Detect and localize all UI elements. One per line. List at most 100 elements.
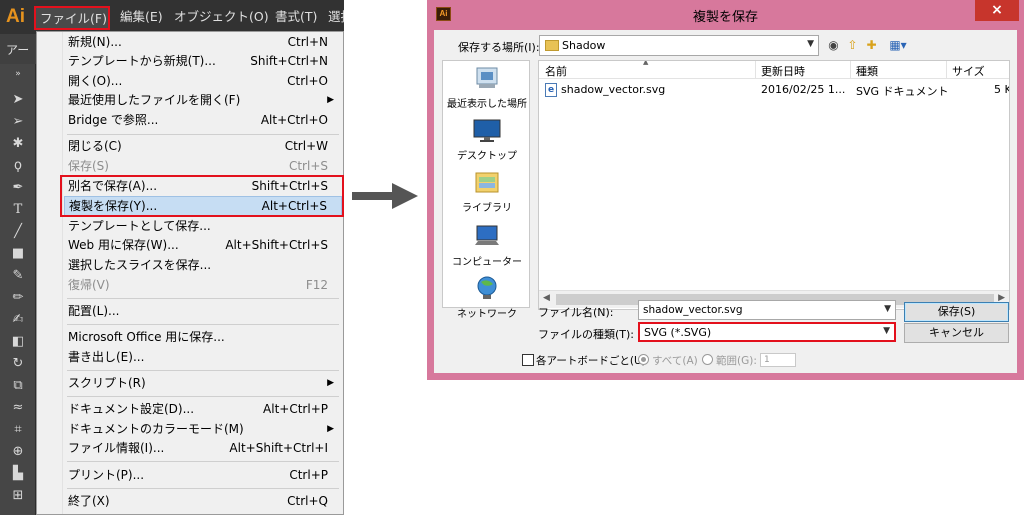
menu-item-new[interactable]: 新規(N)... Ctrl+N bbox=[64, 33, 342, 52]
chevron-down-icon[interactable]: ▼ bbox=[884, 304, 891, 314]
place-libraries[interactable]: ライブラリ bbox=[443, 169, 531, 223]
menu-item-save-slices[interactable]: 選択したスライスを保存... bbox=[64, 256, 342, 275]
menu-separator bbox=[67, 324, 339, 325]
menu-item-export[interactable]: 書き出し(E)... bbox=[64, 348, 342, 367]
chevron-down-icon: ▼ bbox=[807, 39, 814, 49]
column-divider[interactable] bbox=[755, 61, 756, 79]
graph-tool-icon[interactable]: ▙ bbox=[10, 466, 26, 482]
dialog-title: 複製を保存 bbox=[692, 10, 758, 25]
computer-icon bbox=[475, 225, 499, 245]
range-radio[interactable] bbox=[702, 354, 713, 365]
type-tool-icon[interactable]: T bbox=[10, 202, 26, 218]
menu-item-browse-bridge[interactable]: Bridge で参照... Alt+Ctrl+O bbox=[64, 111, 342, 130]
menu-item-new-from-template[interactable]: テンプレートから新規(T)... Shift+Ctrl+N bbox=[64, 52, 342, 71]
menu-select[interactable]: 選択 bbox=[324, 6, 344, 30]
menu-item-label: 閉じる(C) bbox=[68, 139, 122, 153]
free-transform-tool-icon[interactable]: ⌗ bbox=[10, 422, 26, 438]
menu-item-save-for-office[interactable]: Microsoft Office 用に保存... bbox=[64, 328, 342, 347]
menu-edit[interactable]: 編集(E) bbox=[116, 6, 167, 30]
eraser-tool-icon[interactable]: ◧ bbox=[10, 334, 26, 350]
column-header-date[interactable]: 更新日時 bbox=[761, 63, 805, 79]
view-menu-icon[interactable]: ▦▾ bbox=[886, 38, 910, 53]
menu-object[interactable]: オブジェクト(O) bbox=[170, 6, 273, 30]
menu-item-file-info[interactable]: ファイル情報(I)... Alt+Shift+Ctrl+I bbox=[64, 439, 342, 458]
cancel-button[interactable]: キャンセル bbox=[904, 323, 1009, 343]
menu-item-revert[interactable]: 復帰(V) F12 bbox=[64, 276, 342, 295]
column-divider[interactable] bbox=[850, 61, 851, 79]
panel-tab[interactable]: アー bbox=[6, 41, 29, 58]
menu-item-place[interactable]: 配置(L)... bbox=[64, 302, 342, 321]
menu-item-label: 保存(S) bbox=[68, 159, 109, 173]
lasso-tool-icon[interactable]: ϙ bbox=[10, 158, 26, 174]
save-in-dropdown[interactable]: Shadow ▼ bbox=[539, 35, 819, 56]
save-button[interactable]: 保存(S) bbox=[904, 302, 1009, 322]
filename-value: shadow_vector.svg bbox=[643, 304, 743, 316]
column-divider[interactable] bbox=[946, 61, 947, 79]
new-folder-icon[interactable]: ✚ bbox=[864, 38, 879, 53]
artboard-option-label: 各アートボードごと(U) bbox=[536, 355, 646, 367]
place-desktop[interactable]: デスクトップ bbox=[443, 117, 531, 171]
menu-item-shortcut: Ctrl+O bbox=[287, 74, 328, 88]
place-computer[interactable]: コンピューター bbox=[443, 223, 531, 277]
menu-item-save-as-template[interactable]: テンプレートとして保存... bbox=[64, 217, 342, 236]
scroll-left-icon[interactable]: ◀ bbox=[543, 293, 550, 303]
paintbrush-tool-icon[interactable]: ✎ bbox=[10, 268, 26, 284]
shape-builder-tool-icon[interactable]: ⊕ bbox=[10, 444, 26, 460]
menu-item-scripts[interactable]: スクリプト(R) ▶ bbox=[64, 374, 342, 393]
file-name: shadow_vector.svg bbox=[561, 83, 666, 96]
save-items-highlight-box bbox=[60, 175, 344, 217]
save-in-value: Shadow bbox=[562, 39, 606, 52]
sort-ascending-icon: ▲ bbox=[643, 60, 649, 66]
direct-selection-tool-icon[interactable]: ➢ bbox=[10, 114, 26, 130]
file-row[interactable]: e shadow_vector.svg 2016/02/25 1... SVG … bbox=[539, 81, 1009, 99]
menu-item-shortcut: Alt+Shift+Ctrl+I bbox=[229, 441, 328, 455]
place-network[interactable]: ネットワーク bbox=[443, 275, 531, 329]
filename-input[interactable]: shadow_vector.svg ▼ bbox=[638, 300, 896, 320]
menu-item-label: Bridge で参照... bbox=[68, 113, 159, 127]
back-icon[interactable]: ◉ bbox=[826, 38, 841, 53]
width-tool-icon[interactable]: ≈ bbox=[10, 400, 26, 416]
illustrator-logo: Ai bbox=[6, 6, 25, 27]
up-folder-icon[interactable]: ⇧ bbox=[845, 38, 860, 53]
rectangle-tool-icon[interactable]: ■ bbox=[10, 246, 26, 262]
line-tool-icon[interactable]: ╱ bbox=[10, 224, 26, 240]
menu-item-label: 終了(X) bbox=[68, 494, 110, 508]
menu-item-label: 新規(N)... bbox=[68, 35, 122, 49]
place-recent[interactable]: 最近表示した場所 bbox=[443, 65, 531, 119]
column-header-type[interactable]: 種類 bbox=[856, 63, 878, 79]
column-header-name[interactable]: 名前 bbox=[545, 63, 567, 79]
menu-item-label: スクリプト(R) bbox=[68, 376, 146, 390]
menu-item-open-recent[interactable]: 最近使用したファイルを開く(F) ▶ bbox=[64, 91, 342, 110]
scale-tool-icon[interactable]: ⧉ bbox=[10, 378, 26, 394]
rotate-tool-icon[interactable]: ↻ bbox=[10, 356, 26, 372]
menu-item-shortcut: Alt+Shift+Ctrl+S bbox=[225, 238, 328, 252]
menu-item-save-for-web[interactable]: Web 用に保存(W)... Alt+Shift+Ctrl+S bbox=[64, 236, 342, 255]
menu-item-color-mode[interactable]: ドキュメントのカラーモード(M) ▶ bbox=[64, 420, 342, 439]
menu-type[interactable]: 書式(T) bbox=[271, 6, 321, 30]
menu-item-label: Microsoft Office 用に保存... bbox=[68, 330, 225, 344]
pen-tool-icon[interactable]: ✒ bbox=[10, 180, 26, 196]
all-radio[interactable] bbox=[638, 354, 649, 365]
selection-tool-icon[interactable]: ➤ bbox=[10, 92, 26, 108]
artboard-checkbox[interactable] bbox=[522, 354, 534, 366]
menu-item-label: 書き出し(E)... bbox=[68, 350, 145, 364]
range-input[interactable]: 1 bbox=[760, 353, 796, 367]
magic-wand-tool-icon[interactable]: ✱ bbox=[10, 136, 26, 152]
menu-item-open[interactable]: 開く(O)... Ctrl+O bbox=[64, 72, 342, 91]
place-label: 最近表示した場所 bbox=[447, 99, 527, 110]
menu-item-close[interactable]: 閉じる(C) Ctrl+W bbox=[64, 137, 342, 156]
filetype-select[interactable]: SVG (*.SVG) ▼ bbox=[638, 322, 896, 342]
menu-item-save[interactable]: 保存(S) Ctrl+S bbox=[64, 157, 342, 176]
artboard-tool-icon[interactable]: ⊞ bbox=[10, 488, 26, 504]
menu-item-shortcut: Alt+Ctrl+O bbox=[260, 113, 328, 127]
menu-item-exit[interactable]: 終了(X) Ctrl+Q bbox=[64, 492, 342, 511]
blob-brush-tool-icon[interactable]: ✍ bbox=[10, 312, 26, 328]
menu-item-document-setup[interactable]: ドキュメント設定(D)... Alt+Ctrl+P bbox=[64, 400, 342, 419]
pencil-tool-icon[interactable]: ✏ bbox=[10, 290, 26, 306]
panel-collapse-icon[interactable]: » bbox=[10, 66, 26, 82]
menu-item-print[interactable]: プリント(P)... Ctrl+P bbox=[64, 466, 342, 485]
column-header-size[interactable]: サイズ bbox=[952, 63, 985, 79]
menu-file[interactable]: ファイル(F) bbox=[34, 6, 110, 30]
place-label: ライブラリ bbox=[462, 203, 512, 214]
close-button[interactable]: × bbox=[975, 0, 1019, 21]
